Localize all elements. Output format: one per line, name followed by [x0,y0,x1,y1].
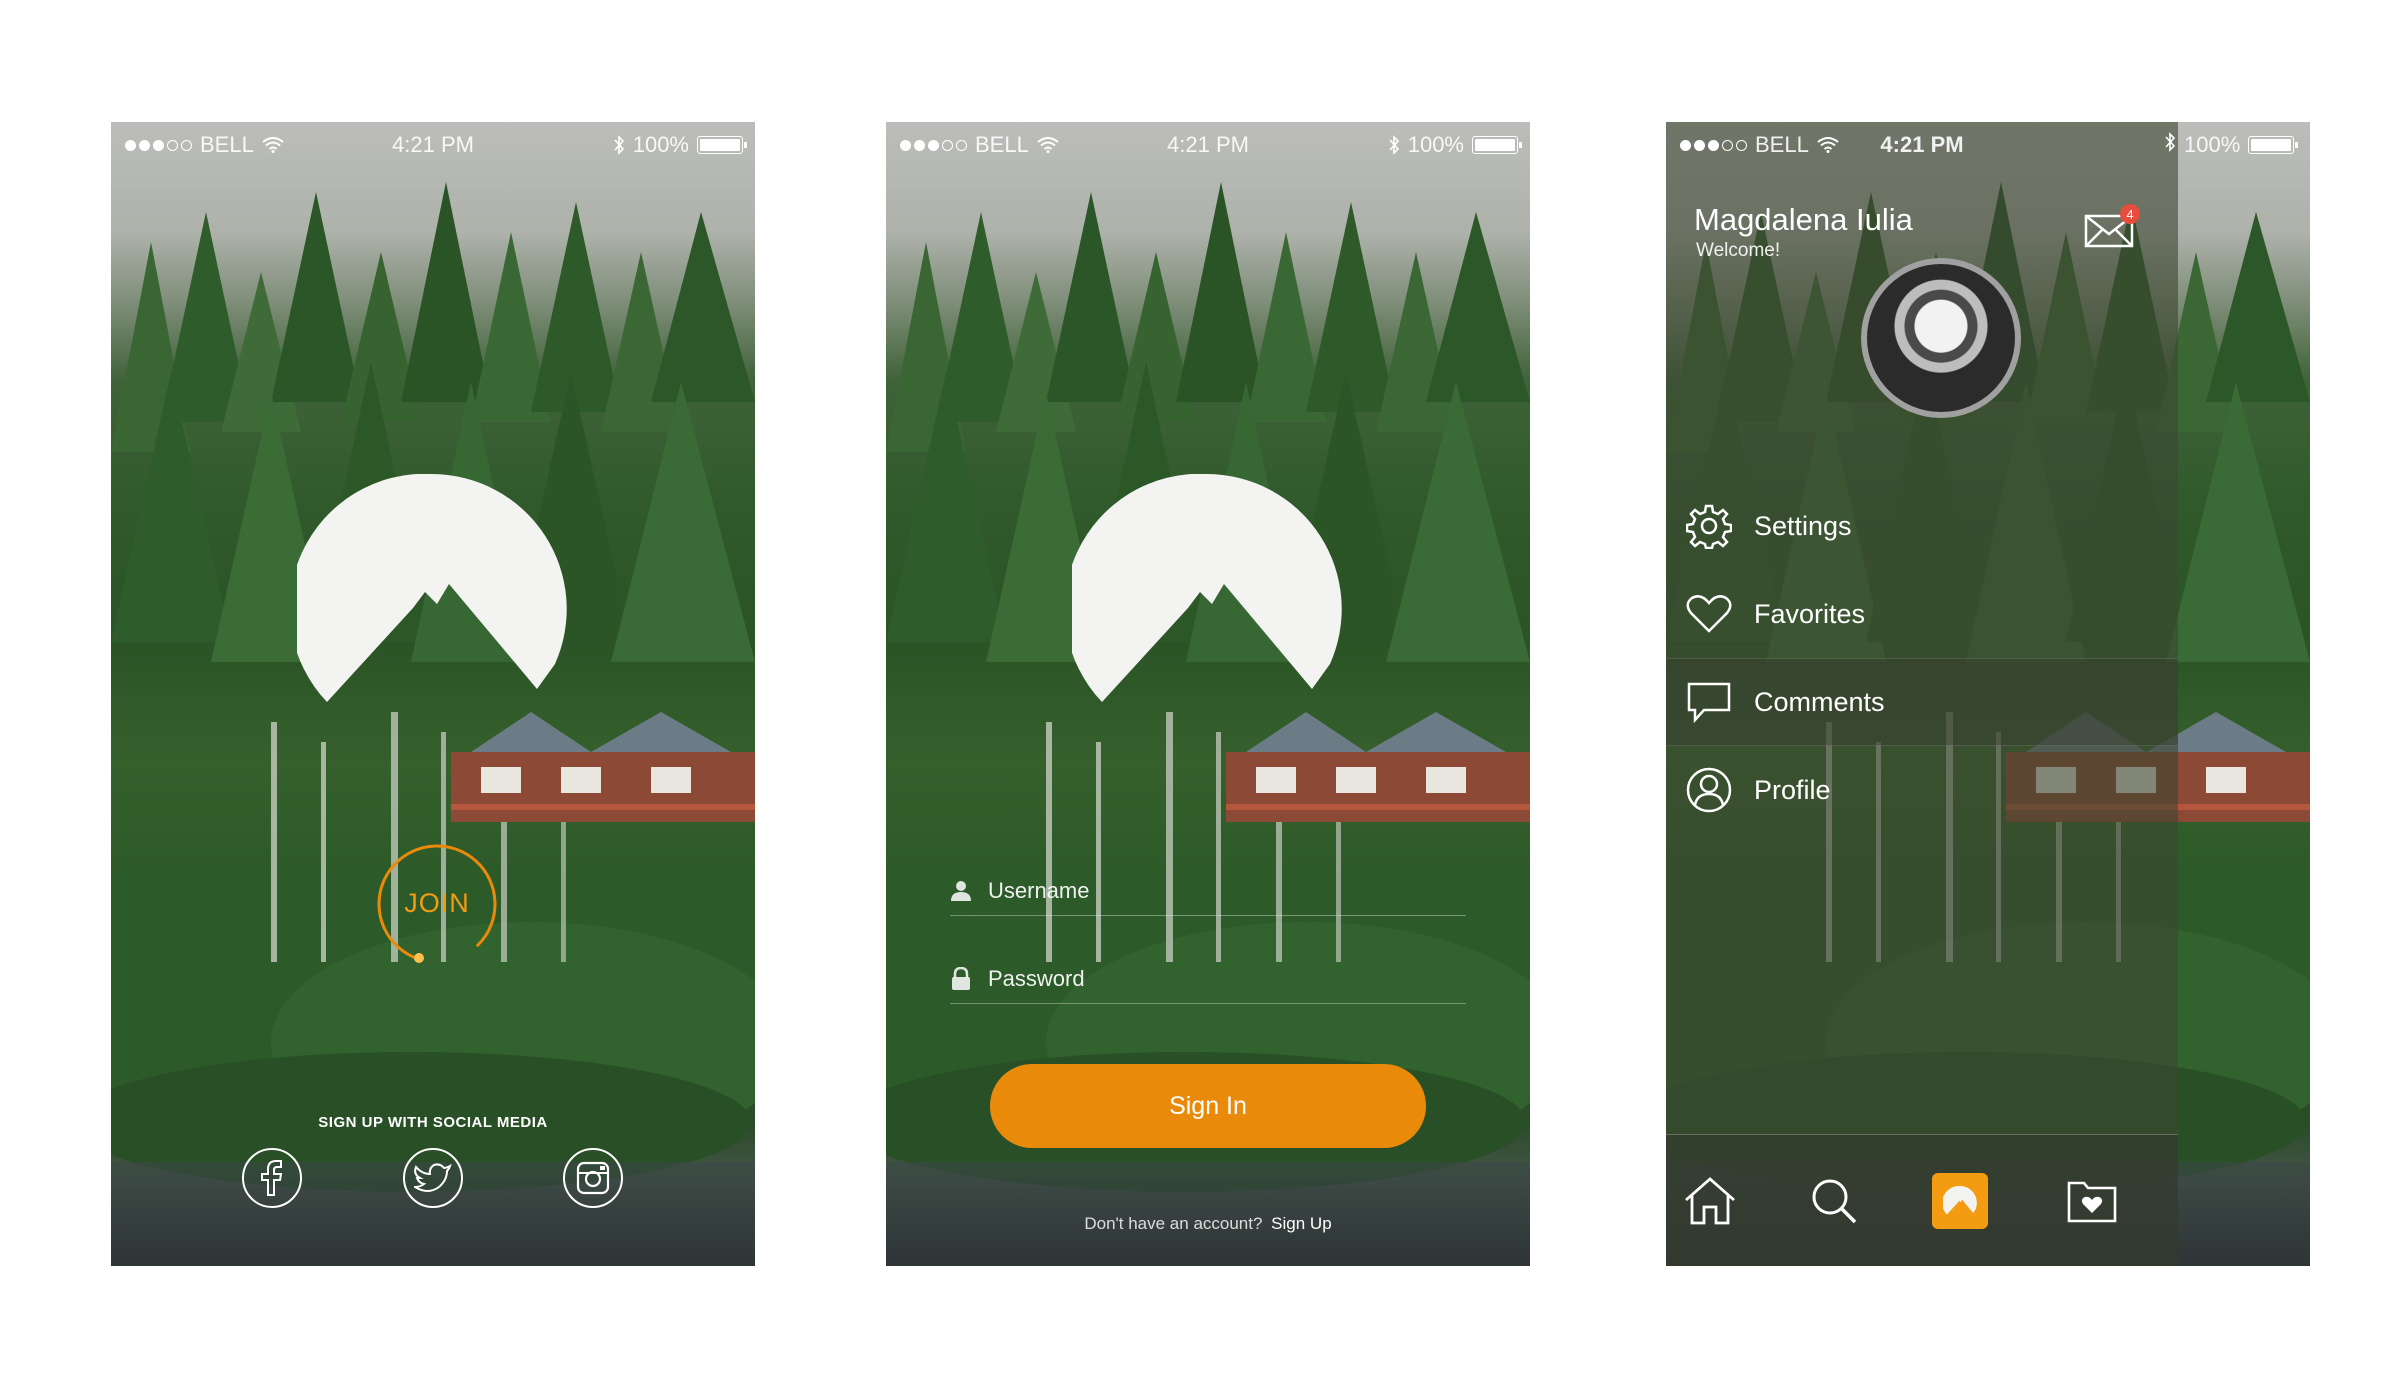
menu-item-favorites[interactable]: Favorites [1666,570,2178,658]
social-title: SIGN UP WITH SOCIAL MEDIA [318,1114,548,1131]
welcome-text: Welcome! [1696,240,1781,261]
tab-search[interactable] [1806,1173,1862,1229]
lock-icon [952,966,970,990]
saved-folder-icon [2067,1181,2117,1223]
clock: 4:21 PM [1880,132,1964,157]
sign-up-link[interactable]: Sign Up [1271,1214,1331,1233]
home-icon [1685,1177,1735,1225]
menu-item-settings[interactable]: Settings [1666,482,2178,570]
menu-label: Favorites [1754,598,1866,629]
search-icon [1812,1179,1857,1224]
menu-label: Profile [1754,774,1831,805]
tab-saved[interactable] [2064,1173,2120,1229]
heart-icon [1686,595,1732,633]
bluetooth-icon [2165,132,2176,152]
menu-item-profile[interactable]: Profile [1666,746,2178,834]
instagram-button[interactable] [563,1148,623,1208]
battery-percent: 100% [632,132,689,157]
status-bar: BELL 4:21 PM 100% [886,122,1530,166]
status-bar: BELL 4:21 PM [1666,122,2178,166]
menu-item-comments[interactable]: Comments [1666,658,2178,746]
menu-label: Comments [1754,686,1885,717]
battery-icon [1472,136,1522,154]
sign-in-button[interactable]: Sign In [990,1064,1426,1148]
facebook-icon [261,1160,283,1196]
profile-icon [1686,767,1732,813]
side-menu: BELL 4:21 PM Magdalena Iulia Welcome! 4 … [1666,122,2178,1266]
user-icon [951,880,971,901]
join-screen: BELL 4:21 PM 100% JOIN SIGN UP WITH SOCI… [111,122,755,1266]
bluetooth-icon [1389,135,1399,155]
notification-badge: 4 [2120,204,2140,224]
twitter-button[interactable] [403,1148,463,1208]
signup-prompt: Don't have an account? Sign Up [886,1214,1530,1234]
mountain-logo [297,474,567,702]
no-account-text: Don't have an account? [1084,1214,1263,1233]
battery-icon [697,136,747,154]
comment-icon [1687,682,1731,723]
battery-percent: 100% [1407,132,1464,157]
background-status-bar: 100% [2178,132,2299,158]
mountain-logo [1072,474,1342,702]
user-name: Magdalena Iulia [1694,202,1913,237]
status-bar: BELL 4:21 PM 100% [111,122,755,166]
instagram-icon [576,1161,610,1195]
facebook-button[interactable] [242,1148,302,1208]
join-button[interactable]: JOIN [375,888,499,919]
username-field[interactable] [950,866,1466,916]
gear-icon [1686,504,1732,549]
battery-icon [2248,136,2299,154]
password-input[interactable] [988,965,1428,992]
cabin-image [451,712,755,822]
menu-screen: 100% BELL 4:21 PM Magdalena Iulia Welcom… [1666,122,2310,1266]
twitter-icon [414,1163,452,1192]
battery-percent: 100% [2184,132,2241,157]
cabin-image [1226,712,1530,822]
app-logo-icon [1943,1186,1977,1215]
tab-app-logo[interactable] [1932,1173,1988,1229]
username-input[interactable] [988,877,1428,904]
menu-label: Settings [1754,510,1852,541]
tab-home[interactable] [1682,1173,1738,1229]
tab-bar [1666,1134,2178,1266]
avatar[interactable] [1861,258,2021,418]
signin-screen: BELL 4:21 PM 100% Sign In Don't have an … [886,122,1530,1266]
password-field[interactable] [950,954,1466,1004]
bluetooth-icon [614,135,624,155]
